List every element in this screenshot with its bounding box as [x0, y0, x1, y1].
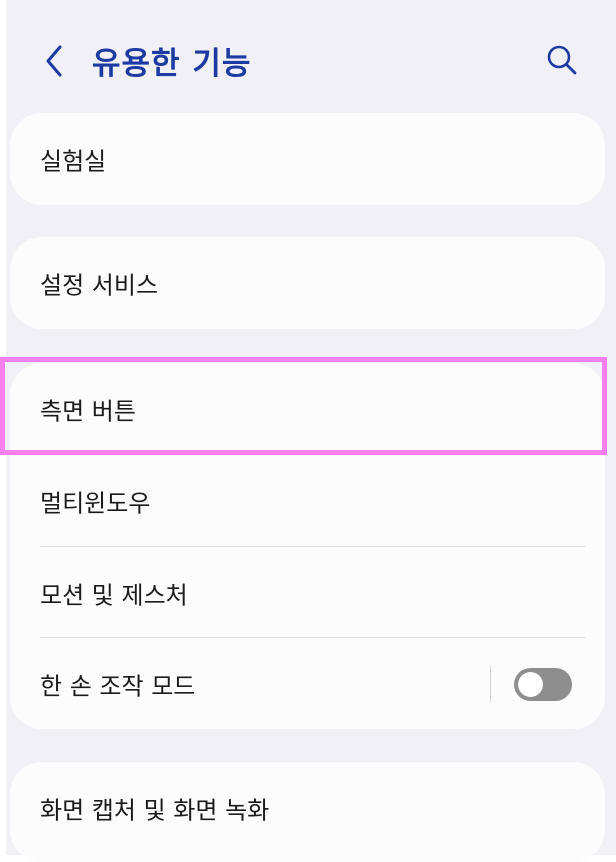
page-title: 유용한 기능 [92, 46, 252, 82]
menu-item-label: 화면 캡처 및 화면 녹화 [40, 796, 270, 825]
menu-item-screenshots-recording[interactable]: 화면 캡처 및 화면 녹화 [10, 762, 605, 854]
app-bar: 유용한 기능 [6, 0, 616, 112]
back-button[interactable] [36, 40, 72, 82]
highlight-box [0, 357, 607, 455]
card-screenshots-recording: 화면 캡처 및 화면 녹화 [10, 762, 605, 862]
menu-item-label: 실험실 [40, 147, 107, 176]
chevron-left-icon [46, 45, 62, 77]
search-icon [547, 45, 577, 75]
menu-item-labs[interactable]: 실험실 [10, 113, 605, 205]
card-labs: 실험실 [10, 113, 605, 205]
menu-item-motions-gestures[interactable]: 모션 및 제스처 [10, 547, 605, 639]
menu-item-label: 한 손 조작 모드 [40, 672, 196, 701]
toggle-knob [518, 672, 543, 697]
menu-item-label: 멀티윈도우 [40, 489, 151, 518]
one-handed-mode-toggle[interactable] [514, 668, 572, 701]
menu-item-label: 설정 서비스 [40, 271, 159, 300]
menu-item-settings-service[interactable]: 설정 서비스 [10, 237, 605, 329]
card-settings-service: 설정 서비스 [10, 237, 605, 329]
menu-item-label: 모션 및 제스처 [40, 581, 188, 610]
vertical-separator [490, 666, 491, 702]
menu-item-multi-window[interactable]: 멀티윈도우 [10, 455, 605, 547]
search-button[interactable] [542, 40, 582, 80]
menu-item-one-handed-mode[interactable]: 한 손 조작 모드 [10, 638, 605, 730]
